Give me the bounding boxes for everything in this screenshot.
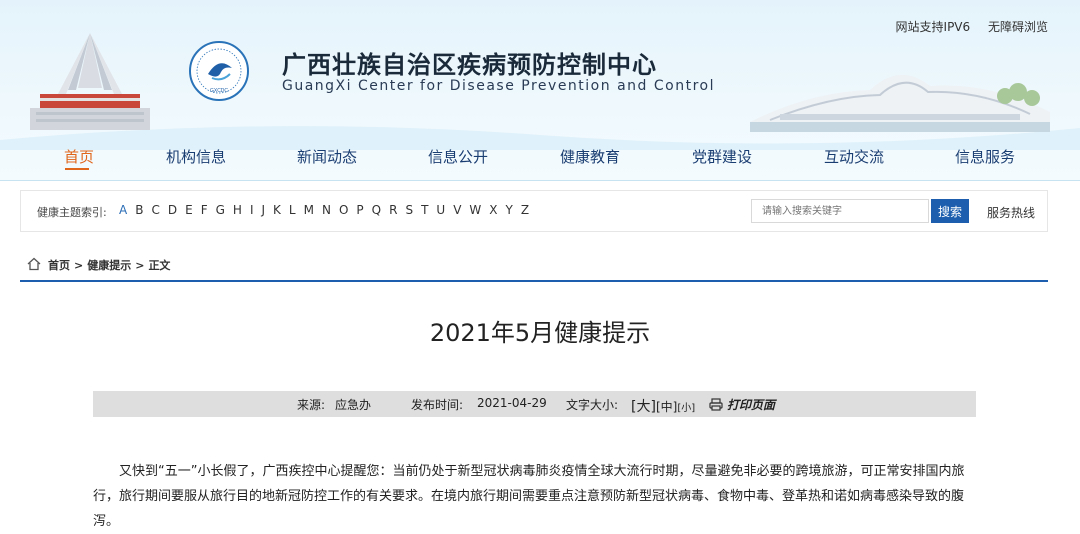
font-size-options: [大][中][小]	[631, 396, 695, 416]
main-nav: 首页 机构信息 新闻动态 信息公开 健康教育 党群建设 互动交流 信息服务	[0, 140, 1080, 176]
nav-item-news[interactable]: 新闻动态	[297, 146, 357, 167]
search-button[interactable]: 搜索	[931, 199, 969, 223]
ipv6-link[interactable]: 网站支持IPV6	[896, 20, 971, 34]
font-size-medium-button[interactable]: [中]	[656, 400, 677, 414]
source-label: 来源:	[297, 398, 326, 412]
article-meta-bar: 来源: 应急办 发布时间: 2021-04-29 文字大小: [大][中][小]…	[93, 391, 976, 417]
index-letter-f[interactable]: F	[201, 203, 208, 217]
index-letter-m[interactable]: M	[304, 203, 314, 217]
index-letter-n[interactable]: N	[322, 203, 331, 217]
date-value: 2021-04-29	[477, 396, 547, 410]
nav-item-home[interactable]: 首页	[64, 146, 94, 167]
date-label: 发布时间:	[411, 398, 464, 412]
index-letter-c[interactable]: C	[151, 203, 159, 217]
site-title[interactable]: 广西壮族自治区疾病预防控制中心	[282, 45, 657, 80]
accessibility-link[interactable]: 无障碍浏览	[988, 20, 1048, 34]
print-page-link[interactable]: 打印页面	[727, 396, 775, 413]
index-letter-j[interactable]: J	[261, 203, 265, 217]
printer-icon[interactable]	[709, 398, 723, 411]
breadcrumb-current: 正文	[148, 259, 171, 272]
logo-text: GXCDC	[210, 88, 228, 94]
article-body-paragraph: 又快到“五一”小长假了，广西疾控中心提醒您：当前仍处于新型冠状病毒肺炎疫情全球大…	[93, 464, 965, 529]
index-letter-y[interactable]: Y	[506, 203, 513, 217]
source-value: 应急办	[335, 398, 372, 412]
right-building-illustration	[750, 74, 1050, 132]
article-title: 2021年5月健康提示	[429, 319, 651, 347]
cdc-logo-icon: GXCDC	[189, 41, 249, 101]
index-label: 健康主题索引:	[37, 206, 107, 219]
top-links: 网站支持IPV6 无障碍浏览	[882, 18, 1048, 35]
breadcrumb-separator: >	[74, 259, 84, 272]
breadcrumb-trail: 首页 > 健康提示 > 正文	[48, 257, 170, 273]
index-letter-i[interactable]: I	[250, 203, 254, 217]
index-letter-k[interactable]: K	[273, 203, 281, 217]
nav-item-health-education[interactable]: 健康教育	[560, 146, 620, 167]
index-letter-w[interactable]: W	[469, 203, 481, 217]
font-size-label: 文字大小:	[566, 398, 619, 412]
index-letter-r[interactable]: R	[389, 203, 397, 217]
index-letter-g[interactable]: G	[216, 203, 225, 217]
breadcrumb-separator: >	[135, 259, 145, 272]
home-icon	[27, 257, 41, 271]
index-letter-a[interactable]: A	[119, 203, 127, 217]
nav-item-info-services[interactable]: 信息服务	[955, 146, 1015, 167]
service-hotline-link[interactable]: 服务热线	[987, 204, 1035, 221]
index-letter-x[interactable]: X	[489, 203, 497, 217]
index-letter-p[interactable]: P	[356, 203, 363, 217]
nav-item-organization[interactable]: 机构信息	[166, 146, 226, 167]
index-letter-d[interactable]: D	[168, 203, 177, 217]
breadcrumb: 首页 > 健康提示 > 正文	[20, 254, 1048, 282]
index-letter-v[interactable]: V	[453, 203, 461, 217]
index-letter-h[interactable]: H	[233, 203, 242, 217]
breadcrumb-home[interactable]: 首页	[48, 259, 70, 272]
site-header: GXCDC 广西壮族自治区疾病预防控制中心 GuangXi Center for…	[0, 0, 1080, 181]
index-letter-q[interactable]: Q	[372, 203, 381, 217]
index-letter-o[interactable]: O	[339, 203, 348, 217]
index-letter-t[interactable]: T	[421, 203, 428, 217]
site-subtitle: GuangXi Center for Disease Prevention an…	[282, 78, 715, 94]
index-letter-b[interactable]: B	[135, 203, 143, 217]
font-size-small-button[interactable]: [小]	[677, 403, 695, 414]
index-letter-s[interactable]: S	[405, 203, 413, 217]
index-letter-u[interactable]: U	[436, 203, 445, 217]
index-letters: ABCDEFGHIJKLMNOPQRSTUVWXYZ	[119, 203, 537, 217]
breadcrumb-section[interactable]: 健康提示	[87, 259, 131, 272]
index-letter-l[interactable]: L	[289, 203, 296, 217]
search-input[interactable]	[751, 199, 929, 223]
index-letter-z[interactable]: Z	[521, 203, 529, 217]
active-nav-indicator	[65, 168, 89, 170]
health-index-bar: 健康主题索引: ABCDEFGHIJKLMNOPQRSTUVWXYZ 搜索 服务…	[20, 190, 1048, 232]
nav-item-interaction[interactable]: 互动交流	[824, 146, 884, 167]
font-size-large-button[interactable]: [大]	[631, 399, 656, 415]
left-building-illustration	[30, 33, 150, 130]
index-letter-e[interactable]: E	[185, 203, 193, 217]
nav-item-public-info[interactable]: 信息公开	[428, 146, 488, 167]
nav-item-party-building[interactable]: 党群建设	[692, 146, 752, 167]
